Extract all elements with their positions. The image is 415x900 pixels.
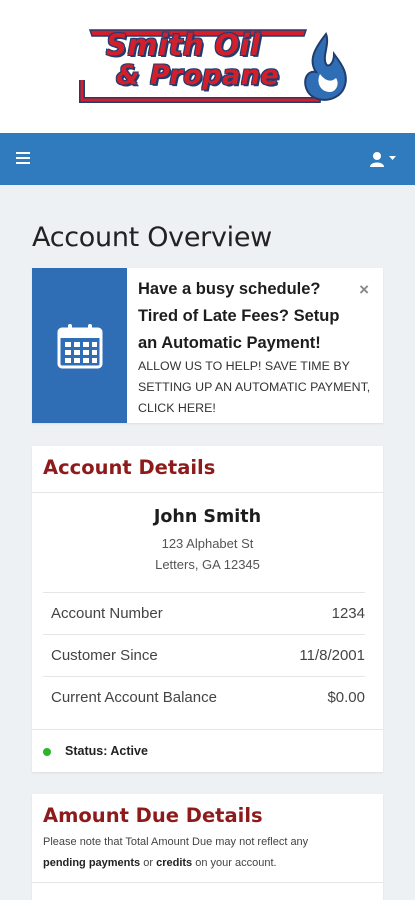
auto-payment-promo[interactable]: × Have a busy schedule? Tired of Late Fe… — [32, 268, 383, 423]
hamburger-menu-icon[interactable] — [16, 152, 30, 164]
amount-due-title: Amount Due Details — [43, 804, 263, 827]
status-text: Status: Active — [65, 744, 148, 758]
note-text-start: Please note that Total Amount Due may no… — [43, 836, 309, 848]
header-logo-area: Smith Oil & Propane — [0, 0, 415, 133]
customer-address-line1: 123 Alphabet St — [161, 536, 254, 551]
promo-body-link[interactable]: Allow us to help! Save time by setting u… — [138, 356, 378, 419]
account-balance-value: $0.00 — [327, 689, 365, 706]
account-number-row: Account Number 1234 — [43, 592, 365, 634]
promo-icon-panel — [32, 268, 127, 423]
note-text-mid: or — [140, 857, 157, 869]
user-menu-dropdown[interactable] — [369, 150, 399, 170]
page-title: Account Overview — [32, 222, 272, 253]
calendar-icon — [57, 324, 103, 369]
note-text-end: on your account. — [192, 857, 277, 869]
top-navbar — [0, 133, 415, 185]
logo-text-line2: & Propane — [116, 60, 280, 91]
customer-since-label: Customer Since — [51, 647, 158, 664]
customer-since-row: Customer Since 11/8/2001 — [43, 634, 365, 676]
account-balance-label: Current Account Balance — [51, 689, 217, 706]
promo-heading: Have a busy schedule? Tired of Late Fees… — [138, 280, 340, 352]
note-pending-payments: pending payments — [43, 857, 141, 869]
customer-address-line2: Letters, GA 12345 — [155, 557, 260, 572]
amount-due-divider — [32, 882, 383, 883]
status-dot-icon — [43, 748, 51, 756]
account-number-value: 1234 — [331, 605, 365, 622]
account-details-header: Account Details — [32, 446, 383, 493]
account-number-label: Account Number — [51, 605, 163, 622]
user-icon — [370, 152, 396, 167]
account-details-card: Account Details John Smith 123 Alphabet … — [32, 446, 383, 772]
customer-since-value: 11/8/2001 — [299, 647, 365, 664]
amount-due-note: Please note that Total Amount Due may no… — [43, 832, 373, 874]
customer-name: John Smith — [153, 507, 262, 527]
account-balance-row: Current Account Balance $0.00 — [43, 676, 365, 718]
account-status: Status: Active — [32, 729, 383, 772]
amount-due-card: Amount Due Details Please note that Tota… — [32, 794, 383, 900]
note-credits: credits — [156, 857, 193, 869]
account-details-title: Account Details — [43, 456, 216, 479]
chevron-down-icon — [389, 156, 396, 160]
logo-text-line1: Smith Oil — [106, 28, 261, 62]
company-logo[interactable]: Smith Oil & Propane — [68, 20, 352, 116]
